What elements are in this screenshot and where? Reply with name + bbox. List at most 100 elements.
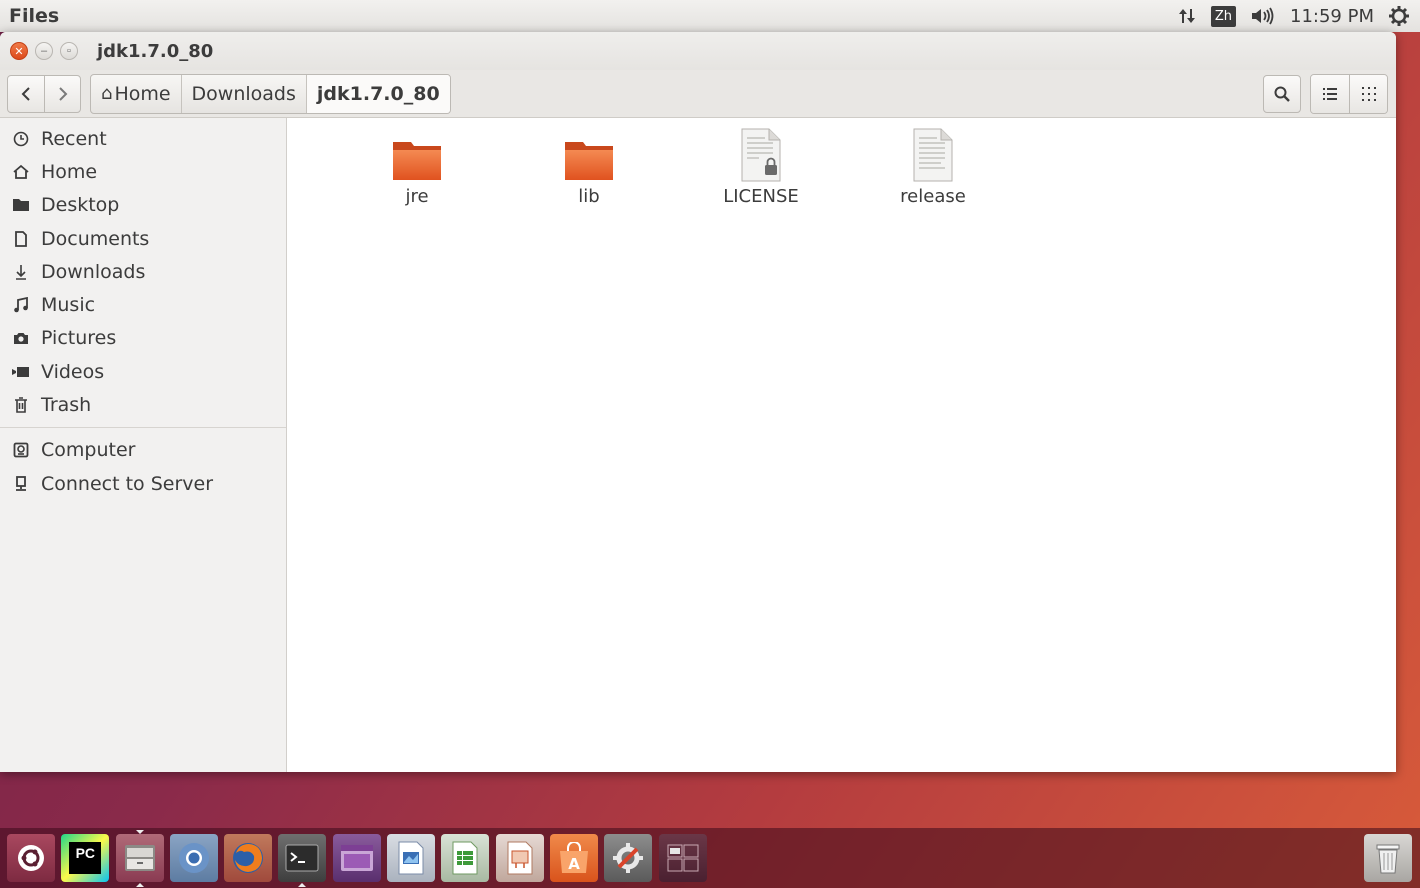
chromium-icon xyxy=(178,843,209,873)
file-item-license[interactable]: LICENSE xyxy=(675,126,847,207)
breadcrumb-current[interactable]: jdk1.7.0_80 xyxy=(305,74,450,113)
sidebar-item-computer[interactable]: Computer xyxy=(0,434,286,467)
window-title: jdk1.7.0_80 xyxy=(97,40,214,62)
file-cabinet-icon xyxy=(124,845,155,871)
writer-launcher-button[interactable] xyxy=(387,834,436,882)
workspace-switcher-icon xyxy=(667,844,699,872)
chromium-launcher-button[interactable] xyxy=(169,834,218,882)
file-name: jre xyxy=(405,186,429,207)
back-button[interactable] xyxy=(8,76,44,112)
toolbar-right xyxy=(1263,73,1388,114)
folder-icon xyxy=(391,126,443,182)
sidebar-item-label: Computer xyxy=(41,439,136,462)
file-item-jre[interactable]: jre xyxy=(331,126,503,207)
indicator-area: Zh 11:59 PM xyxy=(1177,5,1410,27)
close-button[interactable]: ✕ xyxy=(10,42,28,60)
launcher-running-indicator xyxy=(135,830,144,834)
search-button[interactable] xyxy=(1263,74,1301,113)
sidebar: Recent Home Desktop Documents Downloads … xyxy=(0,118,287,772)
sidebar-item-label: Home xyxy=(41,160,98,183)
impress-launcher-button[interactable] xyxy=(495,834,544,882)
sidebar-item-label: Connect to Server xyxy=(41,472,214,495)
network-icon[interactable] xyxy=(1177,6,1197,26)
sidebar-item-home[interactable]: Home xyxy=(0,155,286,188)
sidebar-item-documents[interactable]: Documents xyxy=(0,222,286,255)
sidebar-item-pictures[interactable]: Pictures xyxy=(0,322,286,355)
file-item-release[interactable]: release xyxy=(847,126,1019,207)
computer-icon xyxy=(12,442,30,458)
file-grid: jre lib LICENSE release xyxy=(287,118,1396,207)
grid-icon xyxy=(1361,86,1376,101)
volume-icon[interactable] xyxy=(1250,6,1276,26)
system-settings-launcher-button[interactable] xyxy=(604,834,653,882)
sidebar-item-label: Trash xyxy=(41,394,92,417)
breadcrumb-downloads[interactable]: Downloads xyxy=(180,74,306,113)
launcher-running-indicator xyxy=(298,883,307,887)
app-window-launcher-button[interactable] xyxy=(332,834,381,882)
sidebar-divider xyxy=(0,426,286,428)
list-view-button[interactable] xyxy=(1311,74,1349,113)
terminal-icon xyxy=(285,844,319,872)
title-bar[interactable]: ✕ – ▫ jdk1.7.0_80 xyxy=(0,32,1396,70)
spreadsheet-icon xyxy=(452,841,478,875)
sidebar-item-label: Music xyxy=(41,294,96,317)
calc-launcher-button[interactable] xyxy=(441,834,490,882)
sidebar-item-label: Documents xyxy=(41,227,150,250)
sidebar-item-label: Desktop xyxy=(41,194,120,217)
ubuntu-dash-button[interactable] xyxy=(7,834,55,882)
settings-gear-wrench-icon xyxy=(613,843,644,873)
writer-document-icon xyxy=(398,841,424,875)
video-icon xyxy=(12,366,30,378)
svg-text:A: A xyxy=(568,855,580,873)
document-icon xyxy=(12,230,30,247)
sidebar-item-desktop[interactable]: Desktop xyxy=(0,189,286,222)
file-view[interactable]: jre lib LICENSE release xyxy=(287,118,1396,772)
sidebar-item-music[interactable]: Music xyxy=(0,288,286,321)
text-file-icon xyxy=(911,126,955,182)
minimize-button[interactable]: – xyxy=(35,42,53,60)
launcher-active-indicator xyxy=(135,883,144,887)
ubuntu-logo-icon xyxy=(18,845,44,871)
launcher: PC A xyxy=(0,828,1420,888)
sidebar-item-label: Downloads xyxy=(41,260,146,283)
sidebar-item-connect-to-server[interactable]: Connect to Server xyxy=(0,467,286,500)
forward-button[interactable] xyxy=(44,75,80,112)
software-center-launcher-button[interactable]: A xyxy=(549,834,598,882)
input-method-indicator[interactable]: Zh xyxy=(1210,5,1237,27)
folder-icon xyxy=(563,126,615,182)
terminal-launcher-button[interactable] xyxy=(278,834,327,887)
trash-icon xyxy=(12,397,30,413)
grid-view-button[interactable] xyxy=(1349,74,1387,113)
sidebar-item-recent[interactable]: Recent xyxy=(0,122,286,155)
maximize-button[interactable]: ▫ xyxy=(60,42,78,60)
files-window: ✕ – ▫ jdk1.7.0_80 ⌂ Home Downloads jdk1.… xyxy=(0,32,1396,772)
list-icon xyxy=(1323,87,1337,100)
shopping-bag-icon: A xyxy=(559,842,588,873)
file-name: release xyxy=(900,186,966,207)
clock[interactable]: 11:59 PM xyxy=(1290,6,1374,27)
sidebar-item-videos[interactable]: Videos xyxy=(0,355,286,388)
chevron-right-icon xyxy=(58,86,67,101)
breadcrumb-label: Home xyxy=(114,82,171,105)
trash-launcher-button[interactable] xyxy=(1364,834,1412,882)
home-icon: ⌂ xyxy=(101,83,113,104)
breadcrumb: ⌂ Home Downloads jdk1.7.0_80 xyxy=(90,73,451,114)
folder-icon xyxy=(12,197,30,213)
workspace-switcher-button[interactable] xyxy=(658,834,707,882)
sidebar-item-downloads[interactable]: Downloads xyxy=(0,255,286,288)
window-body: Recent Home Desktop Documents Downloads … xyxy=(0,118,1396,772)
camera-icon xyxy=(12,331,30,345)
sidebar-item-trash[interactable]: Trash xyxy=(0,388,286,421)
breadcrumb-home[interactable]: ⌂ Home xyxy=(91,75,181,113)
files-launcher-button[interactable] xyxy=(115,830,164,887)
file-item-lib[interactable]: lib xyxy=(503,126,675,207)
firefox-launcher-button[interactable] xyxy=(224,834,273,882)
music-icon xyxy=(12,297,30,313)
gear-icon[interactable] xyxy=(1388,5,1410,27)
pycharm-icon: PC xyxy=(69,842,102,874)
pycharm-launcher-button[interactable]: PC xyxy=(61,834,110,882)
server-icon xyxy=(12,475,30,492)
search-icon xyxy=(1274,86,1290,102)
top-panel: Files Zh 11:59 PM xyxy=(0,0,1420,32)
history-nav xyxy=(7,74,81,113)
